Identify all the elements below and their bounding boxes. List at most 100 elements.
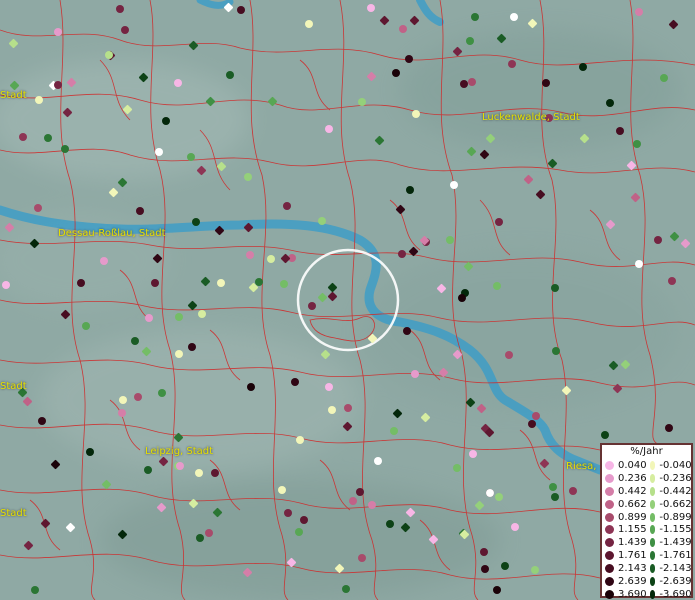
measurement-point-marker[interactable] <box>530 565 539 574</box>
measurement-point-marker[interactable] <box>144 465 153 474</box>
measurement-point-marker[interactable] <box>282 201 291 210</box>
legend-swatch <box>605 589 614 599</box>
measurement-point-marker[interactable] <box>237 5 246 14</box>
measurement-point-marker[interactable] <box>54 80 63 89</box>
measurement-point-marker[interactable] <box>304 19 313 28</box>
measurement-point-marker[interactable] <box>186 152 195 161</box>
measurement-point-marker[interactable] <box>34 203 43 212</box>
measurement-point-marker[interactable] <box>277 485 286 494</box>
measurement-point-marker[interactable] <box>327 405 336 414</box>
legend-swatch <box>649 473 656 483</box>
measurement-point-marker[interactable] <box>667 276 676 285</box>
measurement-point-marker[interactable] <box>633 139 642 148</box>
measurement-point-marker[interactable] <box>296 435 305 444</box>
measurement-point-marker[interactable] <box>204 528 213 537</box>
measurement-point-marker[interactable] <box>404 55 413 64</box>
measurement-point-marker[interactable] <box>53 27 62 36</box>
measurement-point-marker[interactable] <box>210 469 219 478</box>
measurement-point-marker[interactable] <box>82 321 91 330</box>
measurement-point-marker[interactable] <box>291 377 300 386</box>
measurement-point-marker[interactable] <box>135 207 144 216</box>
legend-entry-negative: -3.690 <box>647 589 692 600</box>
measurement-point-marker[interactable] <box>368 500 376 509</box>
measurement-point-marker[interactable] <box>500 562 509 571</box>
measurement-point-marker[interactable] <box>397 250 406 259</box>
measurement-point-marker[interactable] <box>37 416 46 425</box>
measurement-point-marker[interactable] <box>391 69 400 77</box>
measurement-point-marker[interactable] <box>398 25 407 33</box>
measurement-point-marker[interactable] <box>144 313 153 322</box>
measurement-point-marker[interactable] <box>548 483 557 492</box>
measurement-point-marker[interactable] <box>606 98 615 107</box>
legend-panel: %/Jahr 0.040 -0.040 0.236 -0.236 0.442 -0.442… <box>600 443 693 600</box>
measurement-point-marker[interactable] <box>479 548 488 557</box>
measurement-point-marker[interactable] <box>389 427 398 436</box>
legend-value: -2.639 <box>659 575 692 587</box>
measurement-point-marker[interactable] <box>161 117 170 126</box>
legend-value: 2.143 <box>618 563 647 575</box>
measurement-point-marker[interactable] <box>157 389 166 397</box>
measurement-point-marker[interactable] <box>254 277 263 286</box>
place-label-dessau: Dessau-Roßlau, Stadt <box>58 228 166 239</box>
measurement-point-marker[interactable] <box>119 395 128 404</box>
measurement-point-marker[interactable] <box>134 392 142 401</box>
legend-row: 0.442 -0.442 <box>602 485 692 498</box>
measurement-point-marker[interactable] <box>551 493 559 501</box>
legend-swatch <box>605 486 614 496</box>
measurement-point-marker[interactable] <box>459 79 468 88</box>
measurement-point-marker[interactable] <box>34 96 43 105</box>
legend-value: -0.442 <box>659 485 692 497</box>
measurement-point-marker[interactable] <box>508 59 517 68</box>
map-base <box>0 0 695 600</box>
measurement-point-marker[interactable] <box>120 26 129 35</box>
measurement-point-marker[interactable] <box>480 564 489 573</box>
measurement-point-marker[interactable] <box>405 185 414 194</box>
legend-swatch <box>649 525 656 535</box>
measurement-point-marker[interactable] <box>294 528 303 537</box>
measurement-point-marker[interactable] <box>445 236 454 245</box>
measurement-point-marker[interactable] <box>495 492 504 501</box>
legend-value: 0.899 <box>618 511 647 523</box>
measurement-point-marker[interactable] <box>486 488 495 497</box>
measurement-point-marker[interactable] <box>150 278 159 287</box>
measurement-point-marker[interactable] <box>493 281 501 290</box>
legend-entry-positive: 0.040 <box>602 460 647 471</box>
measurement-point-marker[interactable] <box>386 519 395 528</box>
measurement-point-marker[interactable] <box>175 461 184 470</box>
measurement-point-marker[interactable] <box>60 144 69 153</box>
legend-swatch <box>605 538 614 548</box>
legend-entry-positive: 1.155 <box>602 524 647 535</box>
measurement-point-marker[interactable] <box>173 79 182 88</box>
measurement-point-marker[interactable] <box>374 456 383 465</box>
legend-swatch <box>605 512 614 522</box>
legend-entry-negative: -1.761 <box>647 550 692 561</box>
measurement-point-marker[interactable] <box>104 51 113 60</box>
measurement-point-marker[interactable] <box>279 279 288 288</box>
measurement-point-marker[interactable] <box>343 403 352 412</box>
measurement-point-marker[interactable] <box>318 216 327 225</box>
measurement-point-marker[interactable] <box>458 293 467 302</box>
measurement-point-marker[interactable] <box>175 312 184 321</box>
measurement-point-marker[interactable] <box>653 235 662 244</box>
measurement-point-marker[interactable] <box>18 132 27 141</box>
measurement-point-marker[interactable] <box>471 12 480 21</box>
measurement-point-marker[interactable] <box>509 13 518 22</box>
measurement-point-marker[interactable] <box>634 8 643 17</box>
measurement-point-marker[interactable] <box>492 585 501 594</box>
measurement-point-marker[interactable] <box>358 97 366 106</box>
measurement-point-marker[interactable] <box>195 533 204 542</box>
measurement-point-marker[interactable] <box>466 36 475 45</box>
map-canvas[interactable]: Stadt Luckenwalde, Stadt Dessau-Roßlau, … <box>0 0 695 600</box>
measurement-point-marker[interactable] <box>324 125 333 134</box>
measurement-point-marker[interactable] <box>366 4 375 13</box>
measurement-point-marker[interactable] <box>299 516 308 525</box>
measurement-point-marker[interactable] <box>634 259 643 268</box>
measurement-point-marker[interactable] <box>174 349 183 358</box>
measurement-point-marker[interactable] <box>118 408 127 417</box>
measurement-point-marker[interactable] <box>244 172 253 181</box>
measurement-point-marker[interactable] <box>449 180 458 189</box>
measurement-point-marker[interactable] <box>30 585 39 594</box>
measurement-point-marker[interactable] <box>77 278 86 287</box>
measurement-point-marker[interactable] <box>194 468 203 477</box>
measurement-point-marker[interactable] <box>551 347 560 355</box>
